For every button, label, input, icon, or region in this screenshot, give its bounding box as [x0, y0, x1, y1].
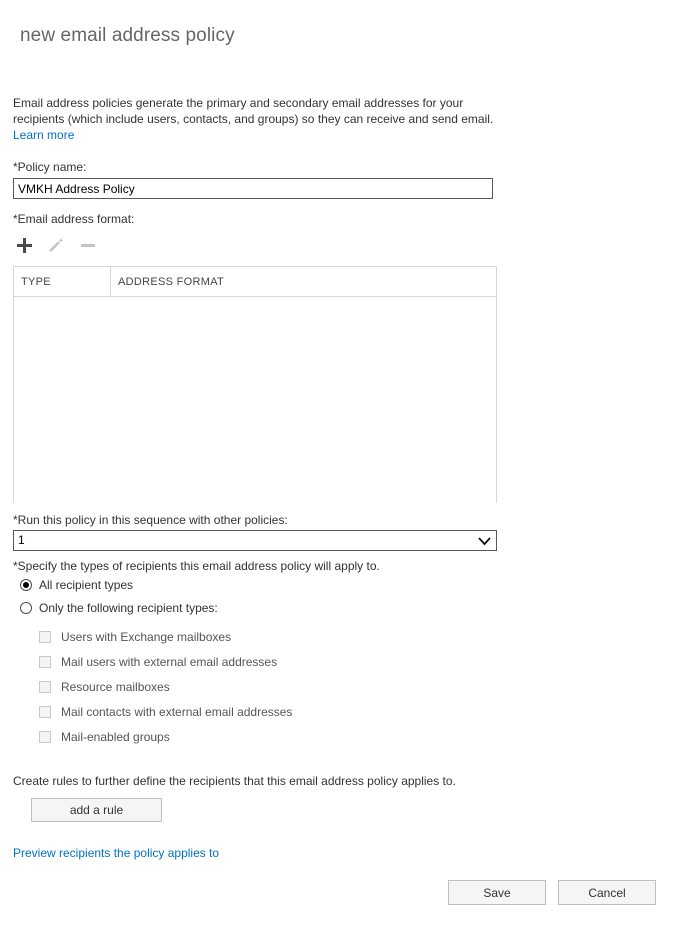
checkbox-label: Mail contacts with external email addres… — [61, 705, 293, 719]
policy-name-input[interactable] — [13, 178, 493, 199]
checkbox-indicator — [39, 731, 51, 743]
checkbox-label: Mail-enabled groups — [61, 730, 170, 744]
checkbox-mail-contacts-external[interactable]: Mail contacts with external email addres… — [39, 705, 292, 719]
radio-label-all: All recipient types — [39, 578, 134, 592]
email-address-format-label: *Email address format: — [13, 212, 135, 226]
learn-more-link[interactable]: Learn more — [13, 128, 74, 142]
cancel-button[interactable]: Cancel — [558, 880, 656, 905]
page-title: new email address policy — [20, 25, 235, 46]
checkbox-label: Users with Exchange mailboxes — [61, 630, 232, 644]
new-email-address-policy-form: new email address policy Email address p… — [0, 0, 694, 938]
radio-only-following-types[interactable]: Only the following recipient types: — [20, 601, 218, 615]
intro-description: Email address policies generate the prim… — [13, 95, 494, 143]
remove-icon — [77, 234, 99, 256]
checkbox-mail-users-external[interactable]: Mail users with external email addresses — [39, 655, 277, 669]
email-format-table: TYPE ADDRESS FORMAT — [13, 266, 497, 503]
sequence-select[interactable]: 1 — [13, 530, 497, 551]
checkbox-resource-mailboxes[interactable]: Resource mailboxes — [39, 680, 170, 694]
save-button[interactable]: Save — [448, 880, 546, 905]
intro-line-1: Email address policies generate the prim… — [13, 96, 464, 110]
checkbox-users-with-exchange-mailboxes[interactable]: Users with Exchange mailboxes — [39, 630, 231, 644]
add-a-rule-button[interactable]: add a rule — [31, 798, 162, 822]
checkbox-mail-enabled-groups[interactable]: Mail-enabled groups — [39, 730, 170, 744]
radio-indicator-only-following — [20, 602, 32, 614]
email-format-toolbar — [13, 233, 99, 257]
table-header-row: TYPE ADDRESS FORMAT — [14, 267, 496, 297]
table-body-empty[interactable] — [14, 297, 496, 503]
policy-name-label: *Policy name: — [13, 160, 87, 174]
rules-description: Create rules to further define the recip… — [13, 774, 456, 788]
intro-line-2: recipients (which include users, contact… — [13, 112, 494, 126]
recipient-types-label: *Specify the types of recipients this em… — [13, 559, 380, 573]
add-icon[interactable] — [13, 234, 35, 256]
preview-recipients-link[interactable]: Preview recipients the policy applies to — [13, 846, 219, 860]
checkbox-indicator — [39, 656, 51, 668]
column-header-type: TYPE — [14, 267, 111, 296]
checkbox-indicator — [39, 706, 51, 718]
sequence-select-wrapper: 1 — [13, 530, 497, 551]
radio-indicator-all — [20, 579, 32, 591]
checkbox-label: Resource mailboxes — [61, 680, 170, 694]
edit-icon — [45, 234, 67, 256]
checkbox-indicator — [39, 631, 51, 643]
column-header-address-format: ADDRESS FORMAT — [118, 275, 225, 288]
radio-all-recipient-types[interactable]: All recipient types — [20, 578, 133, 592]
radio-label-only-following: Only the following recipient types: — [39, 601, 218, 615]
checkbox-indicator — [39, 681, 51, 693]
checkbox-label: Mail users with external email addresses — [61, 655, 278, 669]
sequence-label: *Run this policy in this sequence with o… — [13, 513, 288, 527]
